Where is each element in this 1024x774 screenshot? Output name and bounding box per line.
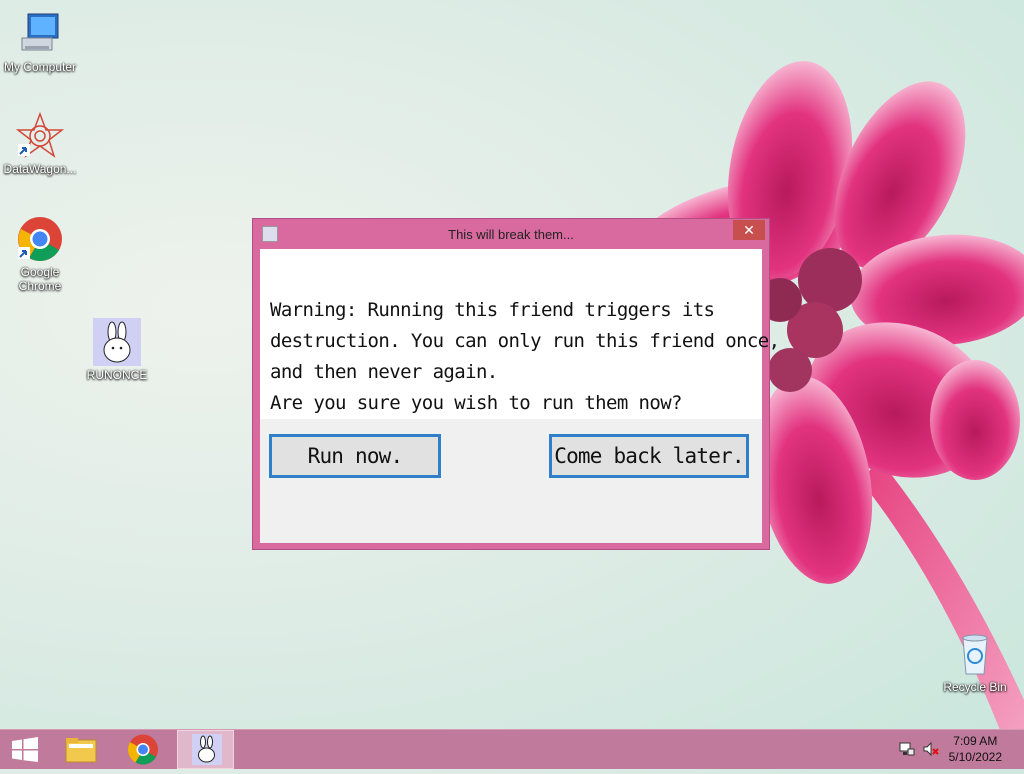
desktop-icon-my-computer[interactable]: My Computer <box>0 10 80 74</box>
file-explorer-icon <box>65 738 97 763</box>
taskbar-chrome[interactable] <box>117 730 169 769</box>
message-line: Warning: Running this friend triggers it… <box>270 299 715 321</box>
come-back-later-button[interactable]: Come back later. <box>549 434 749 478</box>
message-line: Are you sure you wish to run them now? <box>270 392 682 414</box>
dialog-titlebar[interactable]: This will break them... ✕ <box>253 219 769 249</box>
network-icon[interactable] <box>898 740 916 758</box>
clock-date: 5/10/2022 <box>948 750 1002 764</box>
taskbar: 7:09 AM 5/10/2022 <box>0 729 1024 769</box>
close-button[interactable]: ✕ <box>733 220 765 240</box>
bunny-icon <box>192 734 222 765</box>
computer-icon <box>16 10 64 58</box>
warning-message: Warning: Running this friend triggers it… <box>270 295 780 419</box>
dialog-title: This will break them... <box>448 227 574 242</box>
system-clock[interactable]: 7:09 AM 5/10/2022 <box>949 733 1002 765</box>
desktop-icon-label: DataWagon... <box>3 162 77 176</box>
desktop-icon-chrome[interactable]: Google Chrome <box>0 215 80 293</box>
windows-start-icon <box>12 737 38 762</box>
datawagon-icon <box>15 111 65 160</box>
clock-time: 7:09 AM <box>953 734 998 748</box>
dialog-body: Warning: Running this friend triggers it… <box>260 249 780 543</box>
volume-muted-icon[interactable] <box>922 740 940 758</box>
desktop-icon-datawagon[interactable]: DataWagon... <box>0 111 80 176</box>
run-now-button[interactable]: Run now. <box>269 434 441 478</box>
message-line: destruction. You can only run this frien… <box>270 330 780 352</box>
chrome-icon <box>16 215 64 263</box>
desktop-icon-recycle-bin[interactable]: Recycle Bin <box>935 630 1015 694</box>
bunny-icon <box>93 318 141 366</box>
desktop-icon-runonce[interactable]: RUNONCE <box>77 318 157 382</box>
message-line: and then never again. <box>270 361 498 383</box>
message-area: Warning: Running this friend triggers it… <box>260 249 780 419</box>
desktop-icon-label: Recycle Bin <box>943 680 1007 694</box>
recycle-bin-icon <box>951 630 999 678</box>
desktop-icon-label: My Computer <box>3 60 77 74</box>
taskbar-file-explorer[interactable] <box>55 730 107 769</box>
chrome-icon <box>127 734 158 765</box>
desktop-icon-label: RUNONCE <box>86 368 148 382</box>
start-button[interactable] <box>0 730 52 769</box>
taskbar-runonce[interactable] <box>177 730 234 769</box>
desktop-icon-label: Google Chrome <box>18 265 62 293</box>
confirm-dialog: This will break them... ✕ Warning: Runni… <box>252 218 780 550</box>
